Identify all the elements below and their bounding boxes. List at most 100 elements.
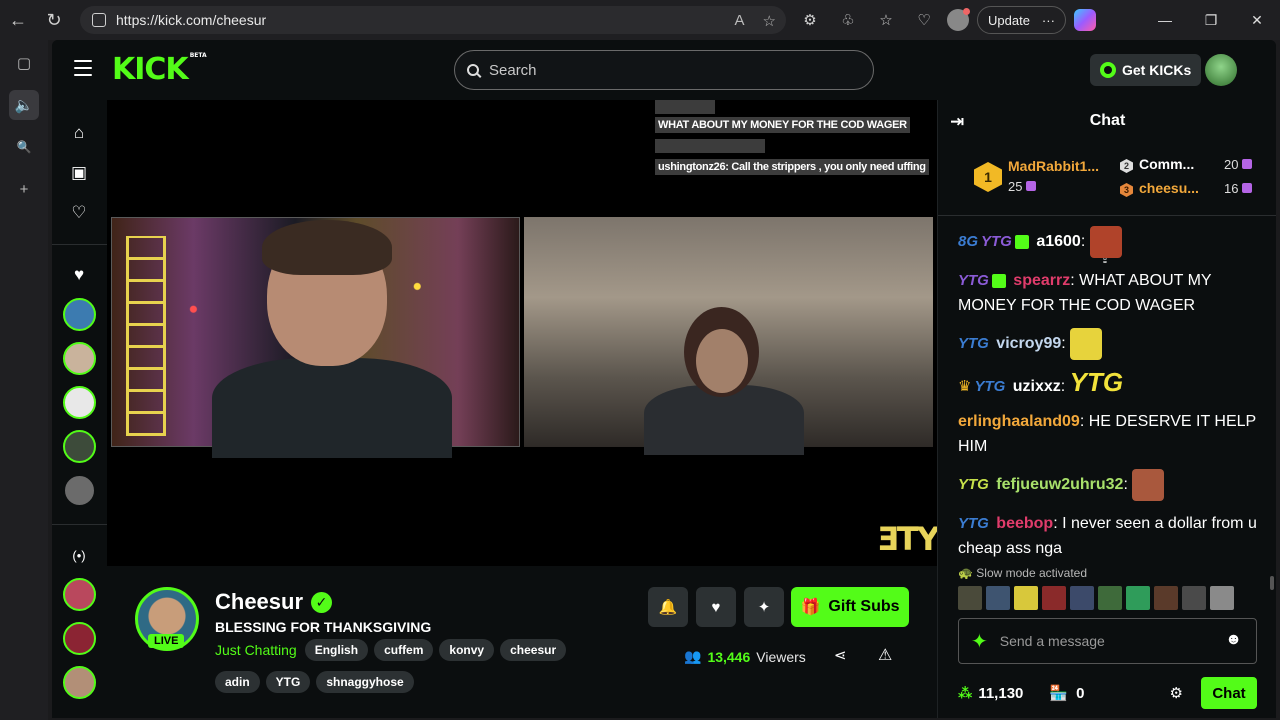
following-icon[interactable]: ♡	[68, 202, 90, 224]
emote-icon[interactable]	[958, 586, 982, 610]
category-link[interactable]: Just Chatting	[215, 642, 297, 658]
sidebar-channel-avatar[interactable]	[63, 430, 96, 463]
tag[interactable]: YTG	[265, 671, 311, 693]
report-icon[interactable]: ⚠	[878, 645, 892, 665]
sidebar-channel-avatar[interactable]	[63, 622, 96, 655]
site-info-icon[interactable]	[92, 13, 106, 27]
viewers-label: Viewers	[756, 648, 806, 665]
search-input[interactable]: Search	[454, 50, 874, 90]
store-button[interactable]: 🏪 0	[1049, 684, 1085, 703]
restore-icon[interactable]: ❐	[1188, 0, 1234, 40]
sidebar-channel-avatar[interactable]	[63, 342, 96, 375]
update-button[interactable]: Update ···	[977, 6, 1066, 34]
emote-icon[interactable]	[1126, 586, 1150, 610]
home-icon[interactable]: ⌂	[68, 122, 90, 144]
favorites-icon[interactable]: ☆	[871, 5, 901, 35]
channel-points[interactable]: ⁂ 11,130	[958, 685, 1023, 702]
kick-page: KICK BETA Search Get KICKs ⌂ ▣ ♡ ♥ (•) W…	[52, 40, 1276, 718]
emote-icon[interactable]	[1182, 586, 1206, 610]
tag[interactable]: cheesur	[500, 639, 567, 661]
menu-icon[interactable]	[74, 60, 92, 76]
sidebar-channel-avatar[interactable]	[63, 386, 96, 419]
share-icon[interactable]: ⋖	[834, 646, 847, 664]
chat-message: 8G YTG a1600:	[958, 226, 1263, 258]
emote-icon[interactable]	[1154, 586, 1178, 610]
chat-username[interactable]: beebop	[996, 515, 1053, 532]
chat-username[interactable]: erlinghaaland09	[958, 413, 1080, 430]
tag[interactable]: adin	[215, 671, 260, 693]
overlay-message: WHAT ABOUT MY MONEY FOR THE COD WAGER	[655, 117, 910, 133]
ytg-badge-icon: YTG	[958, 335, 989, 353]
minimize-icon[interactable]: —	[1142, 0, 1188, 40]
emote-icon[interactable]	[1070, 586, 1094, 610]
leader-name[interactable]: MadRabbit1...	[1008, 158, 1099, 174]
sparkle-icon[interactable]: ✦	[971, 629, 988, 654]
overlay-message: ushingtonz26: Call the strippers , you o…	[655, 159, 929, 175]
browser-essentials-icon[interactable]: ♧	[833, 5, 863, 35]
live-broadcast-icon[interactable]: (•)	[68, 544, 90, 566]
extensions-icon[interactable]: ⚙	[795, 5, 825, 35]
chat-scrollbar[interactable]	[1270, 576, 1274, 590]
viewer-count: 👥 13,446 Viewers	[684, 648, 806, 665]
close-icon[interactable]: ✕	[1234, 0, 1280, 40]
tab-actions-icon[interactable]: ▢	[9, 48, 39, 78]
profile-avatar[interactable]	[947, 8, 970, 31]
more-icon[interactable]: ···	[1042, 13, 1055, 28]
emote-icon[interactable]	[1210, 586, 1234, 610]
sidebar-channel-avatar[interactable]	[63, 298, 96, 331]
leader-name[interactable]: Comm...	[1139, 156, 1194, 172]
gift-subs-label: Gift Subs	[828, 598, 900, 615]
search-icon	[467, 64, 479, 76]
emote-icon[interactable]	[1098, 586, 1122, 610]
read-aloud-icon[interactable]: A	[735, 12, 745, 30]
video-player[interactable]: WHAT ABOUT MY MONEY FOR THE COD WAGER us…	[107, 100, 937, 566]
gift-icon	[1242, 159, 1253, 169]
collapse-chat-icon[interactable]: ⇥	[950, 112, 964, 132]
chat-username[interactable]: a1600	[1036, 233, 1081, 250]
user-avatar[interactable]	[1205, 54, 1237, 86]
address-bar[interactable]: https://kick.com/cheesur A ☆	[80, 6, 786, 34]
copilot-icon[interactable]	[1073, 9, 1096, 31]
notification-bell-button[interactable]: 🔔	[648, 587, 688, 627]
sidebar-divider	[52, 524, 107, 525]
favorite-star-icon[interactable]: ☆	[763, 12, 776, 30]
tag[interactable]: shnaggyhose	[316, 671, 414, 693]
update-label: Update	[988, 12, 1030, 28]
send-chat-button[interactable]: Chat	[1201, 677, 1257, 709]
sidebar-channel-avatar[interactable]	[63, 474, 96, 507]
emote-icon[interactable]	[986, 586, 1010, 610]
chat-username[interactable]: fefjueuw2uhru32	[996, 476, 1123, 493]
gift-subs-button[interactable]: 🎁 Gift Subs	[791, 587, 909, 627]
browse-icon[interactable]: ▣	[68, 162, 90, 184]
tag[interactable]: cuffem	[374, 639, 434, 661]
chat-input[interactable]: ✦ Send a message ☻	[958, 618, 1257, 664]
store-count: 0	[1076, 684, 1085, 702]
follow-button[interactable]: ♥	[696, 587, 736, 627]
points-value: 11,130	[978, 684, 1024, 702]
sidebar-channel-avatar[interactable]	[63, 666, 96, 699]
add-icon[interactable]: +	[9, 174, 39, 204]
chat-username[interactable]: vicroy99	[996, 335, 1061, 352]
tag[interactable]: English	[304, 639, 369, 661]
tag[interactable]: konvy	[439, 639, 495, 661]
search-sidebar-icon[interactable]: 🔍	[9, 132, 39, 162]
kick-logo[interactable]: KICK BETA	[112, 52, 207, 87]
sidebar-channel-avatar[interactable]	[63, 578, 96, 611]
health-icon[interactable]: ♡	[909, 5, 939, 35]
webcam-left	[111, 217, 520, 458]
refresh-icon[interactable]: ↻	[36, 0, 72, 40]
url-text: https://kick.com/cheesur	[116, 12, 267, 28]
back-icon[interactable]: ←	[0, 0, 36, 40]
leader-name[interactable]: cheesu...	[1139, 180, 1199, 196]
emoji-icon[interactable]: ☻	[1225, 631, 1242, 649]
get-kicks-button[interactable]: Get KICKs	[1090, 54, 1202, 86]
sparkle-button[interactable]: ✦	[744, 587, 784, 627]
streamer-name[interactable]: Cheesur ✓	[215, 589, 333, 615]
chat-username[interactable]: spearrz	[1013, 272, 1070, 289]
chat-username[interactable]: uzixxz	[1013, 378, 1061, 395]
audio-tab-icon[interactable]: 🔈	[9, 90, 39, 120]
emote-icon[interactable]	[1042, 586, 1066, 610]
emote-icon[interactable]	[1014, 586, 1038, 610]
emote-icon	[1132, 469, 1165, 501]
chat-settings-icon[interactable]: ⚙	[1170, 684, 1183, 702]
